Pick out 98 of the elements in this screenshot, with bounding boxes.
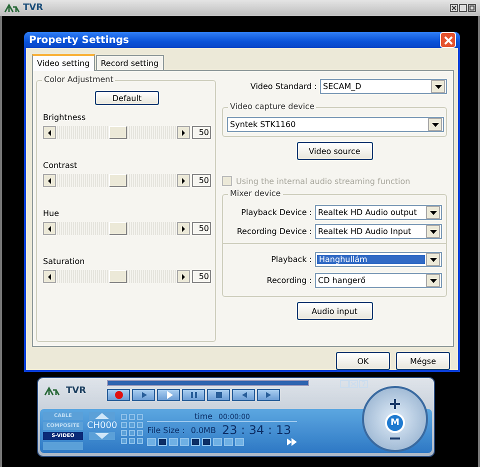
slider[interactable] [43, 174, 190, 187]
close-button[interactable] [440, 32, 456, 48]
caret-icon [430, 258, 436, 262]
channel-down-button[interactable] [89, 432, 116, 440]
caret-icon [430, 230, 436, 234]
logo-icon [44, 386, 60, 396]
play-button[interactable] [157, 389, 180, 401]
slider-thumb[interactable] [108, 222, 126, 235]
slider-thumb[interactable] [108, 174, 126, 187]
dropdown[interactable]: Hanghullám [315, 252, 442, 267]
keypad-key[interactable] [137, 430, 144, 436]
pause-button[interactable] [182, 389, 205, 401]
field-label: Playback : [271, 255, 312, 264]
restore-icon [468, 4, 476, 12]
stop-icon [214, 390, 224, 400]
slider-label: Hue [43, 209, 60, 218]
checkbox-label: Using the internal audio streaming function [236, 176, 410, 186]
keypad-key[interactable] [129, 414, 136, 420]
keypad-key[interactable] [137, 438, 144, 444]
slider-label: Brightness [43, 113, 87, 122]
slider-thumb[interactable] [108, 270, 126, 283]
slider-label: Contrast [43, 161, 78, 170]
dropdown[interactable]: Syntek STK1160 [227, 117, 444, 132]
audio-input-button[interactable]: Audio input [296, 302, 372, 320]
keypad-key[interactable] [129, 438, 136, 444]
maximize-icon [459, 4, 467, 12]
right-arrow-icon [182, 178, 185, 184]
up-triangle-icon [95, 413, 110, 419]
close-icon [444, 36, 452, 44]
clock-display: 23 : 34 : 13 [222, 423, 292, 437]
window-title: TVR [23, 3, 44, 13]
m-button[interactable]: M [385, 412, 405, 432]
file-size-label: File Size : [147, 426, 185, 434]
previous-button[interactable] [232, 389, 255, 401]
caret-icon [432, 122, 438, 126]
left-arrow-icon [48, 130, 51, 136]
keypad-key[interactable] [129, 422, 136, 428]
tab[interactable]: Record setting [96, 55, 164, 70]
field-label: Playback Device : [241, 208, 312, 217]
down-triangle-icon [95, 433, 110, 439]
record-icon [114, 390, 124, 400]
dropdown[interactable]: Realtek HD Audio Input [315, 224, 442, 239]
right-arrow-icon [182, 226, 185, 232]
value-field: 50 [192, 126, 211, 139]
next-button[interactable] [257, 389, 280, 401]
keypad-key[interactable] [121, 422, 128, 428]
record-button[interactable] [107, 389, 130, 401]
slider-label: Saturation [43, 257, 86, 266]
volume-dial[interactable]: M [362, 386, 428, 452]
keypad-key[interactable] [129, 430, 136, 436]
time-label: time [194, 412, 213, 421]
dialog-title: Property Settings [29, 34, 129, 46]
logo-text: TVR [66, 386, 86, 396]
right-arrow-icon [182, 130, 185, 136]
stop-button[interactable] [207, 389, 230, 401]
close-icon [450, 4, 458, 12]
keypad-key[interactable] [137, 422, 144, 428]
value-field: 50 [192, 222, 211, 235]
channel-display: CH000 [87, 421, 118, 431]
tab[interactable]: Video setting [32, 54, 95, 71]
left-arrow-icon [48, 274, 51, 280]
caret-icon [434, 84, 442, 88]
slider[interactable] [43, 126, 190, 139]
group-title: Video capture device [228, 102, 316, 111]
value-field: 50 [192, 174, 211, 187]
keypad-key[interactable] [121, 430, 128, 436]
keypad-key[interactable] [137, 414, 144, 420]
logo-icon [4, 3, 20, 13]
slider[interactable] [43, 270, 190, 283]
next-icon [264, 390, 274, 400]
slider-thumb[interactable] [108, 126, 126, 139]
video-source-button[interactable]: Video source [296, 142, 372, 160]
dialog-button[interactable]: Mégse [396, 352, 450, 370]
group-title: Mixer device [228, 189, 283, 198]
field-label: Recording Device : [236, 227, 312, 236]
field-label: Video Standard : [250, 82, 317, 91]
channel-up-button[interactable] [89, 412, 116, 420]
plus-icon [390, 398, 400, 408]
group-title: Color Adjustment [42, 75, 116, 84]
value-field: 50 [192, 270, 211, 283]
play-button[interactable] [132, 389, 155, 401]
file-size-value: 0.0MB [190, 426, 216, 434]
left-arrow-icon [48, 226, 51, 232]
default-button[interactable]: Default [95, 91, 159, 105]
minus-icon [390, 436, 400, 440]
dropdown[interactable]: SECAM_D [320, 79, 447, 94]
caret-icon [430, 210, 436, 214]
pause-icon [188, 390, 198, 400]
dropdown[interactable]: Realtek HD Audio output [315, 205, 442, 220]
field-label: Recording : [266, 276, 312, 285]
caret-icon [430, 278, 436, 282]
left-arrow-icon [48, 178, 51, 184]
right-arrow-icon [182, 274, 185, 280]
dialog-button[interactable]: OK [336, 352, 390, 370]
keypad-key[interactable] [121, 438, 128, 444]
keypad-key[interactable] [121, 414, 128, 420]
dropdown[interactable]: CD hangerő [315, 273, 442, 288]
slider[interactable] [43, 222, 190, 235]
